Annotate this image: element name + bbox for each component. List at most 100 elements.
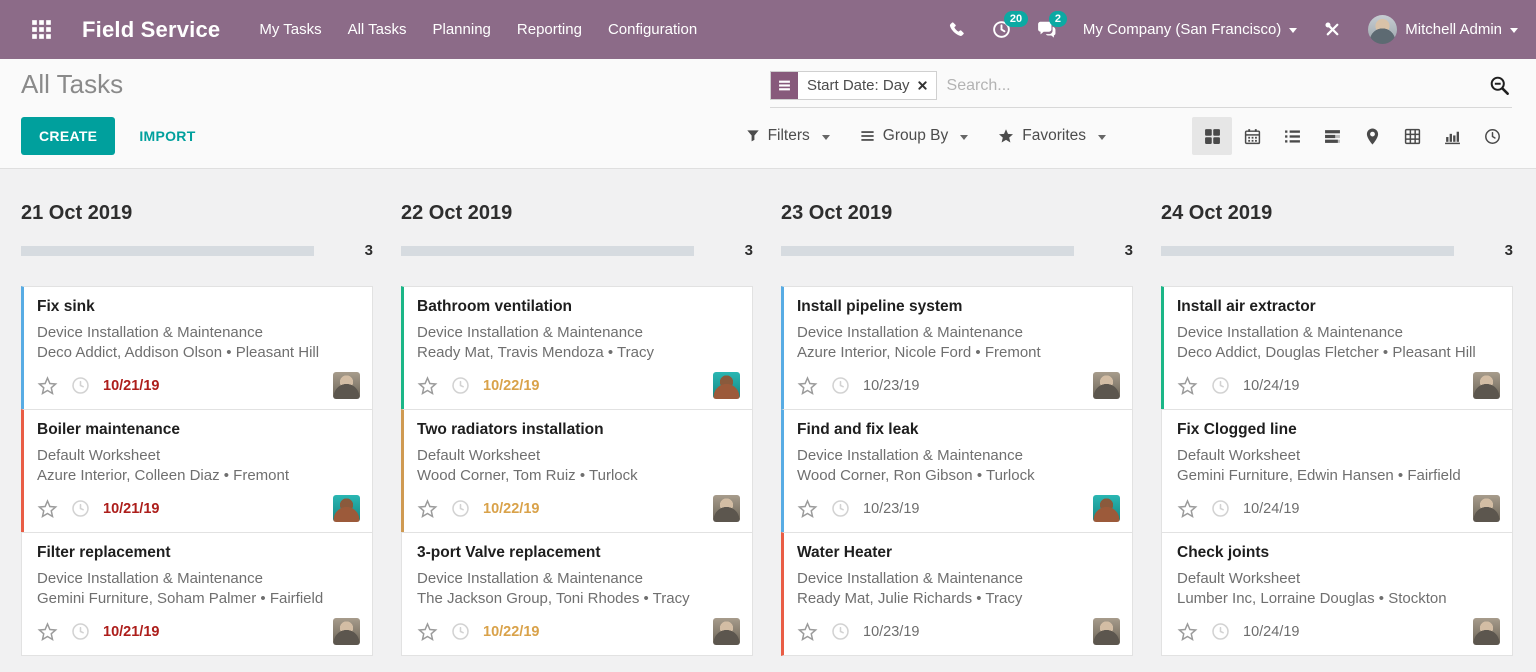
view-graph-button[interactable] bbox=[1432, 117, 1472, 155]
task-card[interactable]: Install air extractor Device Installatio… bbox=[1161, 286, 1513, 410]
star-icon[interactable] bbox=[37, 376, 58, 396]
assignee-avatar[interactable] bbox=[1473, 372, 1500, 399]
facet-label: Start Date: Day bbox=[798, 72, 918, 99]
clock-icon[interactable] bbox=[831, 499, 850, 518]
task-card[interactable]: Bathroom ventilation Device Installation… bbox=[401, 286, 753, 410]
task-card[interactable]: Install pipeline system Device Installat… bbox=[781, 286, 1133, 410]
phone-icon[interactable] bbox=[948, 21, 966, 39]
star-icon[interactable] bbox=[417, 622, 438, 642]
tools-icon[interactable] bbox=[1323, 20, 1342, 39]
task-card[interactable]: Fix Clogged line Default Worksheet Gemin… bbox=[1161, 409, 1513, 533]
card-worksheet: Device Installation & Maintenance bbox=[37, 569, 360, 589]
star-icon[interactable] bbox=[37, 622, 58, 642]
user-avatar bbox=[1368, 15, 1397, 44]
apps-grid-icon[interactable] bbox=[24, 13, 58, 47]
search-bar: Start Date: Day bbox=[770, 71, 1512, 108]
clock-icon[interactable] bbox=[71, 376, 90, 395]
filter-facet-icon bbox=[771, 72, 798, 99]
clock-icon[interactable] bbox=[1211, 499, 1230, 518]
assignee-avatar[interactable] bbox=[1093, 372, 1120, 399]
card-title: Install pipeline system bbox=[797, 298, 1120, 316]
clock-icon[interactable] bbox=[71, 622, 90, 641]
view-gantt-button[interactable] bbox=[1312, 117, 1352, 155]
star-icon[interactable] bbox=[1177, 499, 1198, 519]
assignee-avatar[interactable] bbox=[1473, 495, 1500, 522]
star-icon[interactable] bbox=[1177, 622, 1198, 642]
top-navbar: Field Service My Tasks All Tasks Plannin… bbox=[0, 0, 1536, 59]
navbar-systray: 20 2 My Company (San Francisco) Mitchell… bbox=[948, 15, 1518, 44]
column-progressbar[interactable] bbox=[401, 246, 694, 256]
task-card[interactable]: Filter replacement Device Installation &… bbox=[21, 532, 373, 656]
user-menu[interactable]: Mitchell Admin bbox=[1368, 15, 1518, 44]
menu-configuration[interactable]: Configuration bbox=[595, 0, 710, 59]
view-map-button[interactable] bbox=[1352, 117, 1392, 155]
column-progressbar[interactable] bbox=[1161, 246, 1454, 256]
star-icon[interactable] bbox=[1177, 376, 1198, 396]
kanban-column: 24 Oct 2019 3 Install air extractor Devi… bbox=[1161, 196, 1513, 672]
view-kanban-button[interactable] bbox=[1192, 117, 1232, 155]
card-customer: Gemini Furniture, Edwin Hansen • Fairfie… bbox=[1177, 466, 1500, 486]
search-icon[interactable] bbox=[1489, 75, 1512, 96]
assignee-avatar[interactable] bbox=[1093, 495, 1120, 522]
close-icon[interactable] bbox=[918, 72, 936, 99]
star-icon[interactable] bbox=[37, 499, 58, 519]
company-switcher[interactable]: My Company (San Francisco) bbox=[1083, 21, 1297, 38]
menu-my-tasks[interactable]: My Tasks bbox=[246, 0, 334, 59]
chevron-down-icon bbox=[960, 135, 968, 140]
card-date: 10/24/19 bbox=[1243, 501, 1299, 517]
card-worksheet: Device Installation & Maintenance bbox=[417, 569, 740, 589]
star-icon[interactable] bbox=[797, 622, 818, 642]
task-card[interactable]: Fix sink Device Installation & Maintenan… bbox=[21, 286, 373, 410]
clock-icon[interactable] bbox=[831, 622, 850, 641]
star-icon[interactable] bbox=[417, 376, 438, 396]
card-customer: Wood Corner, Ron Gibson • Turlock bbox=[797, 466, 1120, 486]
view-list-button[interactable] bbox=[1272, 117, 1312, 155]
activity-clock-icon[interactable]: 20 bbox=[992, 20, 1011, 39]
column-progressbar[interactable] bbox=[21, 246, 314, 256]
clock-icon[interactable] bbox=[1211, 376, 1230, 395]
view-pivot-button[interactable] bbox=[1392, 117, 1432, 155]
star-icon[interactable] bbox=[797, 376, 818, 396]
assignee-avatar[interactable] bbox=[1473, 618, 1500, 645]
search-input[interactable] bbox=[937, 77, 1489, 95]
task-card[interactable]: Boiler maintenance Default Worksheet Azu… bbox=[21, 409, 373, 533]
assignee-avatar[interactable] bbox=[333, 372, 360, 399]
assignee-avatar[interactable] bbox=[713, 495, 740, 522]
assignee-avatar[interactable] bbox=[1093, 618, 1120, 645]
messages-icon[interactable]: 2 bbox=[1037, 20, 1057, 39]
import-button[interactable]: IMPORT bbox=[139, 128, 195, 144]
menu-reporting[interactable]: Reporting bbox=[504, 0, 595, 59]
star-icon[interactable] bbox=[797, 499, 818, 519]
card-customer: Ready Mat, Travis Mendoza • Tracy bbox=[417, 343, 740, 363]
menu-planning[interactable]: Planning bbox=[420, 0, 504, 59]
create-button[interactable]: CREATE bbox=[21, 117, 115, 155]
task-card[interactable]: 3-port Valve replacement Device Installa… bbox=[401, 532, 753, 656]
app-title[interactable]: Field Service bbox=[82, 17, 220, 43]
search-facet-groupby[interactable]: Start Date: Day bbox=[770, 71, 937, 100]
clock-icon[interactable] bbox=[451, 499, 470, 518]
clock-icon[interactable] bbox=[451, 622, 470, 641]
column-progressbar[interactable] bbox=[781, 246, 1074, 256]
assignee-avatar[interactable] bbox=[713, 618, 740, 645]
star-icon[interactable] bbox=[417, 499, 438, 519]
assignee-avatar[interactable] bbox=[713, 372, 740, 399]
search-options: Filters Group By Favorites bbox=[746, 127, 1106, 145]
task-card[interactable]: Two radiators installation Default Works… bbox=[401, 409, 753, 533]
assignee-avatar[interactable] bbox=[333, 495, 360, 522]
menu-all-tasks[interactable]: All Tasks bbox=[335, 0, 420, 59]
group-by-dropdown[interactable]: Group By bbox=[860, 127, 968, 145]
clock-icon[interactable] bbox=[451, 376, 470, 395]
task-card[interactable]: Water Heater Device Installation & Maint… bbox=[781, 532, 1133, 656]
task-card[interactable]: Find and fix leak Device Installation & … bbox=[781, 409, 1133, 533]
clock-icon[interactable] bbox=[1211, 622, 1230, 641]
view-calendar-button[interactable] bbox=[1232, 117, 1272, 155]
task-card[interactable]: Check joints Default Worksheet Lumber In… bbox=[1161, 532, 1513, 656]
view-activity-button[interactable] bbox=[1472, 117, 1512, 155]
filters-dropdown[interactable]: Filters bbox=[746, 127, 830, 145]
clock-icon[interactable] bbox=[831, 376, 850, 395]
favorites-star-icon bbox=[998, 128, 1014, 144]
clock-icon[interactable] bbox=[71, 499, 90, 518]
assignee-avatar[interactable] bbox=[333, 618, 360, 645]
control-panel: All Tasks Start Date: Day bbox=[0, 59, 1536, 169]
favorites-dropdown[interactable]: Favorites bbox=[998, 127, 1106, 145]
